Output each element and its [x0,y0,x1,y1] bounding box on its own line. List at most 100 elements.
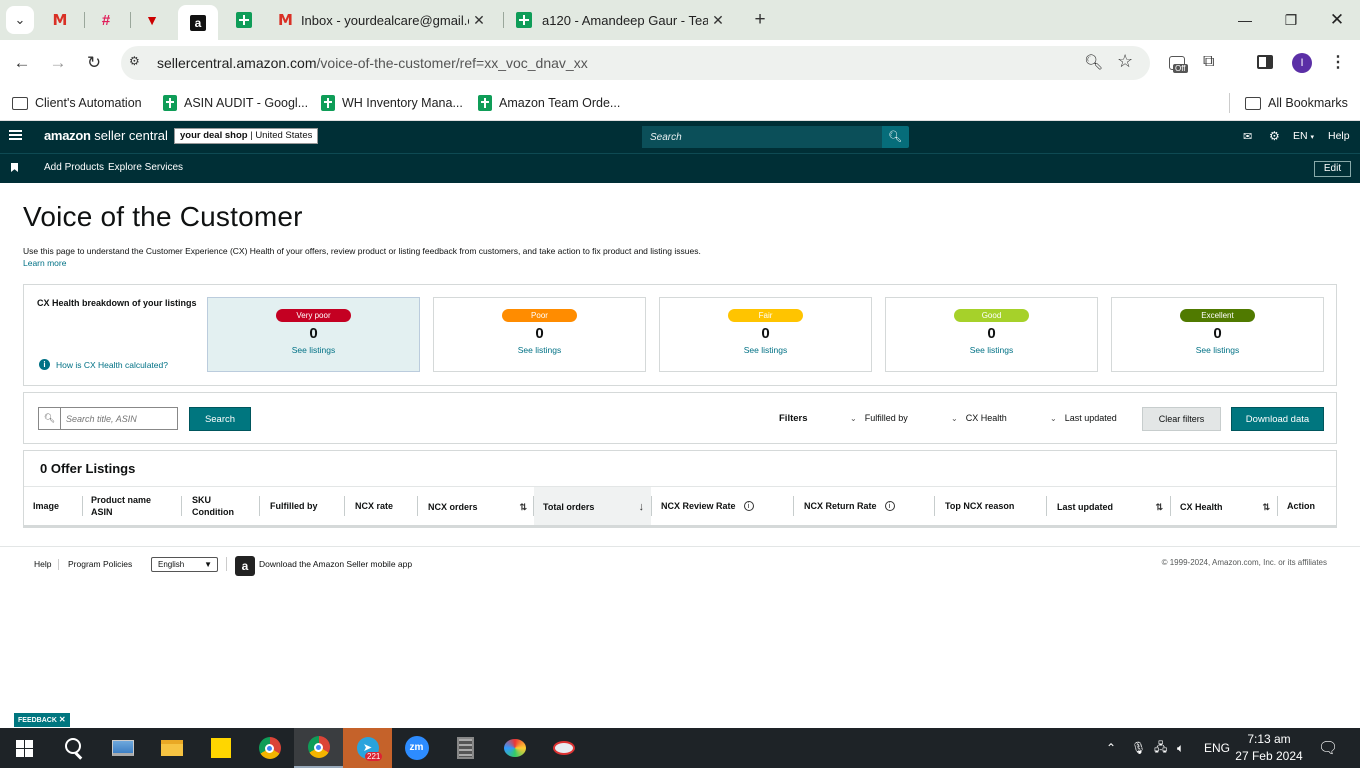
col-last-updated[interactable]: Last updated ⇅ [1048,487,1170,525]
close-icon[interactable]: ✕ [59,715,66,724]
taskbar-file-explorer[interactable] [147,728,196,768]
edit-nav-button[interactable]: Edit [1314,161,1351,177]
cx-card-very-poor[interactable]: Very poor 0 See listings [207,297,420,372]
settings-gear-icon[interactable]: ⚙ [1269,129,1280,143]
cx-card-poor[interactable]: Poor 0 See listings [433,297,646,372]
tab-gmail-pinned[interactable]: M [40,5,80,35]
taskbar-laptop-app[interactable] [98,728,147,768]
bookmark-wh-inventory[interactable]: WH Inventory Mana... [321,92,463,114]
bookmark-star-icon[interactable]: ☆ [1117,51,1133,72]
volume-icon[interactable]: 🔈︎ [1177,728,1184,768]
profile-avatar[interactable]: I [1292,53,1312,73]
nav-explore-services[interactable]: Explore Services [108,162,183,173]
extensions-puzzle-icon[interactable]: ⧉ [1203,53,1214,71]
col-fulfilled-by[interactable]: Fulfilled by [261,487,345,525]
input-language[interactable]: ENG [1204,728,1230,768]
new-tab-button[interactable]: + [746,6,774,34]
tab-sheets-pinned[interactable] [224,5,264,35]
col-ncx-rate[interactable]: NCX rate [346,487,418,525]
footer-policies-link[interactable]: Program Policies [68,559,132,569]
tab-gmail-inbox[interactable]: M Inbox - yourdealcare@gmail.com ✕ [270,5,502,35]
see-listings-link[interactable]: See listings [660,345,871,355]
nav-add-products[interactable]: Add Products [44,162,104,173]
tab-amazon-active[interactable]: a [178,5,218,40]
tab-team-sheet[interactable]: a120 - Amandeep Gaur - Team ✕ [508,5,740,35]
network-icon[interactable]: 🖧︎ [1154,728,1167,768]
bookmark-icon[interactable] [11,163,18,172]
bookmark-asin-audit[interactable]: ASIN AUDIT - Googl... [163,92,308,114]
col-ncx-review-rate[interactable]: NCX Review Rate i [652,487,792,525]
tab-search-button[interactable]: ⌄ [6,6,34,34]
taskbar-paint[interactable] [490,728,539,768]
taskbar-zoom[interactable]: zm [392,728,441,768]
download-app-link[interactable]: Download the Amazon Seller mobile app [259,559,412,569]
download-data-button[interactable]: Download data [1231,407,1324,431]
restore-button[interactable]: ❐ [1268,0,1314,40]
tab-vpn-pinned[interactable]: ▼ [132,5,172,35]
back-button[interactable]: ← [8,49,36,77]
site-settings-icon[interactable]: ⚙ [129,54,149,72]
cx-how-link[interactable]: i How is CX Health calculated? [39,359,168,370]
col-top-ncx-reason[interactable]: Top NCX reason [936,487,1046,525]
clear-filters-button[interactable]: Clear filters [1142,407,1221,431]
minimize-button[interactable]: — [1222,0,1268,40]
close-tab-icon[interactable]: ✕ [708,12,728,29]
see-listings-link[interactable]: See listings [1112,345,1323,355]
sort-icon[interactable]: ⇅ [1262,501,1270,513]
zoom-icon[interactable]: 🔍︎ [1084,53,1103,71]
filter-fulfilled-by[interactable]: ⌄ Fulfilled by [850,413,908,423]
see-listings-link[interactable]: See listings [886,345,1097,355]
see-listings-link[interactable]: See listings [434,345,645,355]
cx-card-excellent[interactable]: Excellent 0 See listings [1111,297,1324,372]
notifications-icon[interactable]: 🗨︎ [1318,728,1338,768]
col-cx-health[interactable]: CX Health ⇅ [1171,487,1277,525]
sort-descending-icon[interactable]: ↓ [639,501,645,513]
taskbar-snipping[interactable] [539,728,588,768]
microphone-icon[interactable]: 🎙︎ [1131,728,1146,768]
taskbar-telegram[interactable]: ➤ 221 [343,728,392,768]
close-tab-icon[interactable]: ✕ [469,12,489,29]
help-link[interactable]: Help [1328,130,1350,142]
filter-last-updated[interactable]: ⌄ Last updated [1050,413,1117,423]
taskbar-chrome[interactable] [245,728,294,768]
system-clock[interactable]: 7:13 am 27 Feb 2024 [1232,731,1306,765]
all-bookmarks[interactable]: All Bookmarks [1245,92,1348,114]
store-switcher[interactable]: your deal shop | United States [174,128,319,144]
search-button[interactable]: Search [189,407,251,431]
forward-button[interactable]: → [44,49,72,77]
filter-cx-health[interactable]: ⌄ CX Health [951,413,1007,423]
search-taskbar-button[interactable] [48,728,97,768]
taskbar-sticky-notes[interactable] [196,728,245,768]
mail-icon[interactable]: ✉ [1243,130,1252,143]
seller-search-input[interactable] [642,126,882,148]
address-bar[interactable]: ⚙ sellercentral.amazon.com/voice-of-the-… [121,46,1150,80]
learn-more-link[interactable]: Learn more [23,258,66,268]
col-ncx-return-rate[interactable]: NCX Return Rate i [795,487,935,525]
language-selector[interactable]: EN ▾ [1293,130,1314,142]
menu-kebab-icon[interactable]: ⋮ [1330,52,1346,72]
see-listings-link[interactable]: See listings [208,345,419,355]
bookmark-amazon-team[interactable]: Amazon Team Orde... [478,92,620,114]
footer-language-select[interactable]: English ▼ [151,557,218,572]
col-sku[interactable]: SKU Condition [183,487,260,525]
cx-card-fair[interactable]: Fair 0 See listings [659,297,872,372]
close-window-button[interactable]: ✕ [1314,0,1360,40]
tray-overflow-icon[interactable]: ⌃ [1106,728,1116,768]
listing-search-input[interactable] [61,408,173,429]
col-product-name[interactable]: Product name ASIN [82,487,182,525]
start-button[interactable] [0,728,49,768]
hamburger-menu-icon[interactable] [9,130,22,140]
footer-help-link[interactable]: Help [34,559,51,569]
bookmark-folder-client[interactable]: Client's Automation [12,92,142,114]
taskbar-chrome-profile[interactable] [294,728,343,768]
reload-button[interactable]: ↻ [80,49,108,77]
sort-icon[interactable]: ⇅ [1155,501,1163,513]
feedback-tab[interactable]: FEEDBACK ✕ [14,713,70,727]
taskbar-calculator[interactable] [441,728,490,768]
extension-off-icon[interactable]: Off [1169,54,1191,76]
col-ncx-orders[interactable]: NCX orders ⇅ [419,487,534,525]
col-total-orders[interactable]: Total orders ↓ [534,487,651,525]
side-panel-icon[interactable] [1257,55,1273,69]
sort-icon[interactable]: ⇅ [519,501,527,513]
cx-card-good[interactable]: Good 0 See listings [885,297,1098,372]
